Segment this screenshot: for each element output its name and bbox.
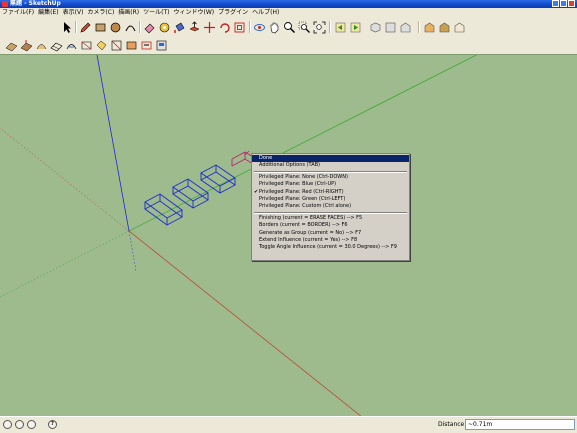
help-icon[interactable]: ? bbox=[48, 420, 57, 429]
menu-tools[interactable]: ツール(T) bbox=[141, 8, 171, 18]
tape-measure-icon[interactable] bbox=[157, 20, 171, 34]
xray-style-icon[interactable] bbox=[422, 20, 436, 34]
circle-icon[interactable] bbox=[108, 20, 122, 34]
zoom-extents-icon[interactable] bbox=[312, 20, 326, 34]
zoom-window-icon[interactable] bbox=[297, 20, 311, 34]
plugin-tool-7-icon[interactable] bbox=[94, 38, 108, 52]
menu-item-additional-options[interactable]: Additional Options (TAB) bbox=[252, 162, 409, 169]
blue-axis-line bbox=[96, 55, 130, 232]
close-button[interactable] bbox=[568, 0, 575, 7]
menu-separator bbox=[254, 211, 407, 214]
front-view-icon[interactable] bbox=[398, 20, 412, 34]
user-icon[interactable] bbox=[27, 420, 36, 429]
menu-item-plane-green[interactable]: Privileged Plane: Green (Ctrl-LEFT) bbox=[252, 196, 409, 203]
geo-location-icon[interactable] bbox=[3, 420, 12, 429]
menu-separator bbox=[254, 170, 407, 173]
menu-item-plane-red[interactable]: ✔ Privileged Plane: Red (Ctrl-RIGHT) bbox=[252, 189, 409, 196]
maximize-button[interactable] bbox=[560, 0, 567, 7]
plugin-tool-9-icon[interactable] bbox=[124, 38, 138, 52]
wireframe-style-icon[interactable] bbox=[437, 20, 451, 34]
extruded-box-3 bbox=[200, 164, 236, 194]
pencil-icon[interactable] bbox=[78, 20, 92, 34]
plugin-toolbar bbox=[0, 36, 577, 55]
menu-item-plane-custom[interactable]: Privileged Plane: Custom (Ctrl alone) bbox=[252, 203, 409, 210]
distance-input[interactable] bbox=[465, 419, 575, 430]
plugin-tool-5-icon[interactable] bbox=[64, 38, 78, 52]
menu-draw[interactable]: 描画(R) bbox=[116, 8, 141, 18]
menu-item-extend-influence[interactable]: Extend Influence (current = Yes) --> F8 bbox=[252, 237, 409, 244]
shaded-style-icon[interactable] bbox=[452, 20, 466, 34]
menu-camera[interactable]: カメラ(C) bbox=[85, 8, 116, 18]
move-icon[interactable] bbox=[202, 20, 216, 34]
main-toolbar bbox=[0, 18, 577, 37]
next-view-icon[interactable] bbox=[348, 20, 362, 34]
zoom-icon[interactable] bbox=[282, 20, 296, 34]
select-arrow-icon[interactable] bbox=[60, 20, 74, 34]
eraser-icon[interactable] bbox=[142, 20, 156, 34]
menu-plugins[interactable]: プラグイン bbox=[216, 8, 250, 18]
credits-icon[interactable] bbox=[15, 420, 24, 429]
green-axis-negative-line bbox=[0, 230, 130, 298]
orbit-icon[interactable] bbox=[252, 20, 266, 34]
plugin-tool-4-icon[interactable] bbox=[49, 38, 63, 52]
top-view-icon[interactable] bbox=[383, 20, 397, 34]
rectangle-icon[interactable] bbox=[93, 20, 107, 34]
plugin-tool-1-icon[interactable] bbox=[4, 38, 18, 52]
menu-file[interactable]: ファイル(F) bbox=[0, 8, 36, 18]
iso-view-icon[interactable] bbox=[368, 20, 382, 34]
plugin-tool-3-icon[interactable] bbox=[34, 38, 48, 52]
plugin-tool-11-icon[interactable] bbox=[154, 38, 168, 52]
menu-window[interactable]: ウィンドウ(W) bbox=[172, 8, 217, 18]
plugin-tool-2-icon[interactable] bbox=[19, 38, 33, 52]
checkmark-icon: ✔ bbox=[254, 188, 259, 195]
menu-help[interactable]: ヘルプ(H) bbox=[250, 8, 281, 18]
menu-item-plane-none[interactable]: Privileged Plane: None (Ctrl-DOWN) bbox=[252, 174, 409, 181]
blue-axis-negative-line bbox=[128, 230, 137, 272]
menu-bar: ファイル(F) 編集(E) 表示(V) カメラ(C) 描画(R) ツール(T) … bbox=[0, 8, 577, 18]
menu-item-generate-group[interactable]: Generate as Group (current = No) --> F7 bbox=[252, 230, 409, 237]
menu-item-toggle-angle[interactable]: Toggle Angle Influence (current = 30.0 D… bbox=[252, 244, 409, 251]
plugin-tool-8-icon[interactable] bbox=[109, 38, 123, 52]
sketchup-app-icon bbox=[2, 1, 8, 7]
menu-item-done[interactable]: Done bbox=[252, 155, 409, 163]
push-pull-icon[interactable] bbox=[187, 20, 201, 34]
offset-icon[interactable] bbox=[232, 20, 246, 34]
previous-view-icon[interactable] bbox=[333, 20, 347, 34]
context-menu: Done Additional Options (TAB) Privileged… bbox=[251, 153, 410, 261]
minimize-button[interactable] bbox=[552, 0, 559, 7]
plugin-tool-6-icon[interactable] bbox=[79, 38, 93, 52]
title-bar: 無題 - SketchUp bbox=[0, 0, 577, 8]
menu-item-borders[interactable]: Borders (current = BORDER) --> F6 bbox=[252, 222, 409, 229]
modeling-viewport[interactable]: Done Additional Options (TAB) Privileged… bbox=[0, 54, 577, 417]
preview-box bbox=[231, 151, 254, 167]
pan-hand-icon[interactable] bbox=[267, 20, 281, 34]
rotate-icon[interactable] bbox=[217, 20, 231, 34]
menu-view[interactable]: 表示(V) bbox=[61, 8, 86, 18]
window-controls bbox=[552, 0, 575, 7]
distance-label: Distance bbox=[438, 421, 465, 428]
red-axis-negative-line bbox=[0, 127, 130, 232]
menu-item-finishing[interactable]: Finishing (current = ERASE FACES) --> F5 bbox=[252, 215, 409, 222]
menu-item-plane-blue[interactable]: Privileged Plane: Blue (Ctrl-UP) bbox=[252, 181, 409, 188]
plugin-tool-10-icon[interactable] bbox=[139, 38, 153, 52]
paint-bucket-icon[interactable] bbox=[172, 20, 186, 34]
arc-icon[interactable] bbox=[123, 20, 137, 34]
menu-edit[interactable]: 編集(E) bbox=[36, 8, 60, 18]
window-title: 無題 - SketchUp bbox=[10, 0, 61, 7]
status-bar: ? Distance bbox=[0, 416, 577, 433]
